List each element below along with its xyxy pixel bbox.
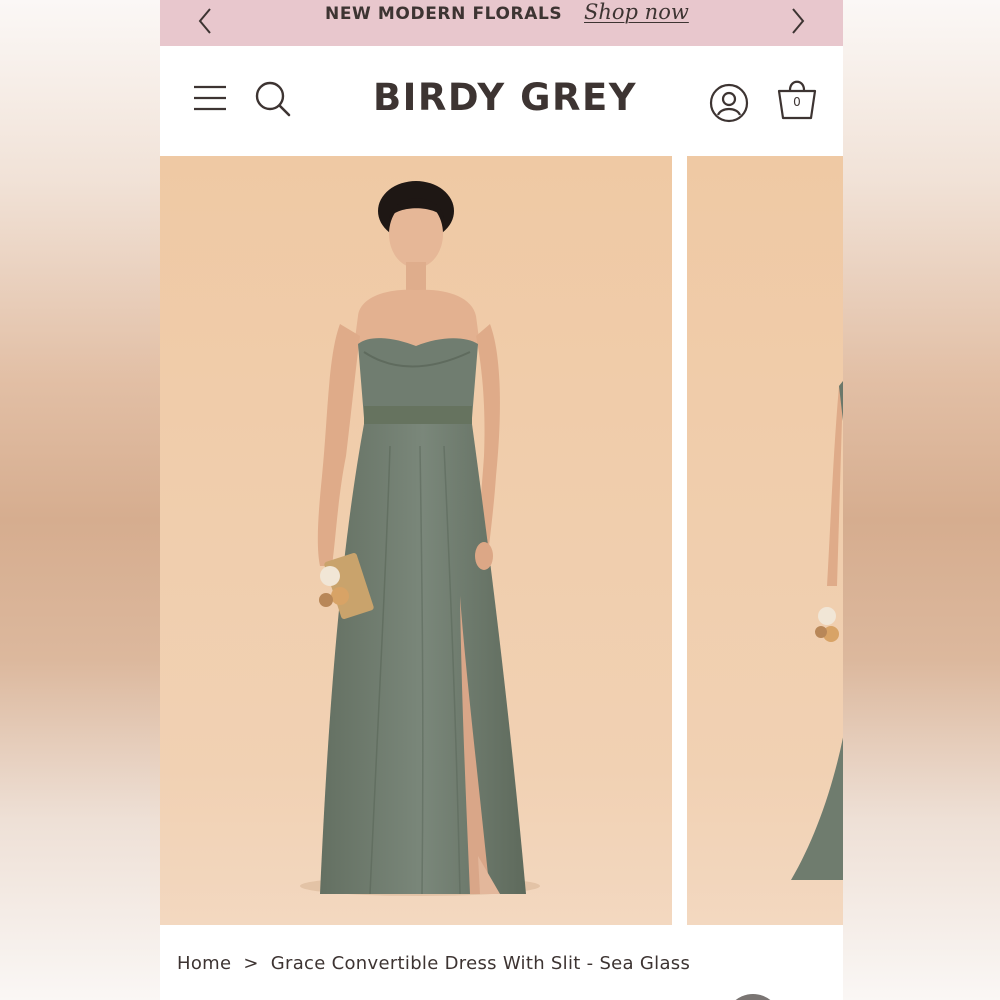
promo-text: NEW MODERN FLORALS (325, 4, 563, 24)
mobile-screen: NEW MODERN FLORALS Shop now BIRDY GREY 0… (160, 0, 843, 1000)
hamburger-menu-icon (194, 85, 226, 111)
menu-button[interactable] (192, 83, 228, 113)
account-button[interactable] (708, 82, 750, 124)
search-button[interactable] (253, 79, 293, 119)
breadcrumb: Home > Grace Convertible Dress With Slit -… (177, 953, 690, 974)
promo-next-button[interactable] (783, 3, 813, 39)
floating-badge-cutoff[interactable] (725, 994, 781, 1000)
brand-logo[interactable]: BIRDY GREY (365, 76, 645, 119)
chevron-left-icon (198, 8, 211, 34)
breadcrumb-current: Grace Convertible Dress With Slit - Sea … (270, 953, 691, 974)
promo-shop-now-link[interactable]: Shop now (584, 0, 689, 24)
chevron-right-icon (792, 8, 805, 34)
blurred-backdrop-right (843, 0, 1000, 1000)
breadcrumb-separator: > (243, 953, 259, 974)
search-icon (255, 81, 291, 117)
product-image-next[interactable] (687, 156, 843, 925)
bag-count: 0 (793, 95, 801, 109)
product-image-gallery[interactable] (160, 156, 843, 925)
model-photo-partial (687, 156, 843, 925)
breadcrumb-home-link[interactable]: Home (177, 953, 231, 974)
product-image-main[interactable] (160, 156, 672, 925)
site-header: BIRDY GREY 0 (160, 46, 843, 156)
promo-banner: NEW MODERN FLORALS Shop now (160, 0, 843, 46)
account-icon (709, 83, 749, 123)
product-title-cutoff (180, 990, 560, 1000)
promo-prev-button[interactable] (190, 3, 220, 39)
shopping-bag-button[interactable]: 0 (775, 76, 819, 124)
blurred-backdrop-left (0, 0, 160, 1000)
model-photo (160, 156, 672, 925)
